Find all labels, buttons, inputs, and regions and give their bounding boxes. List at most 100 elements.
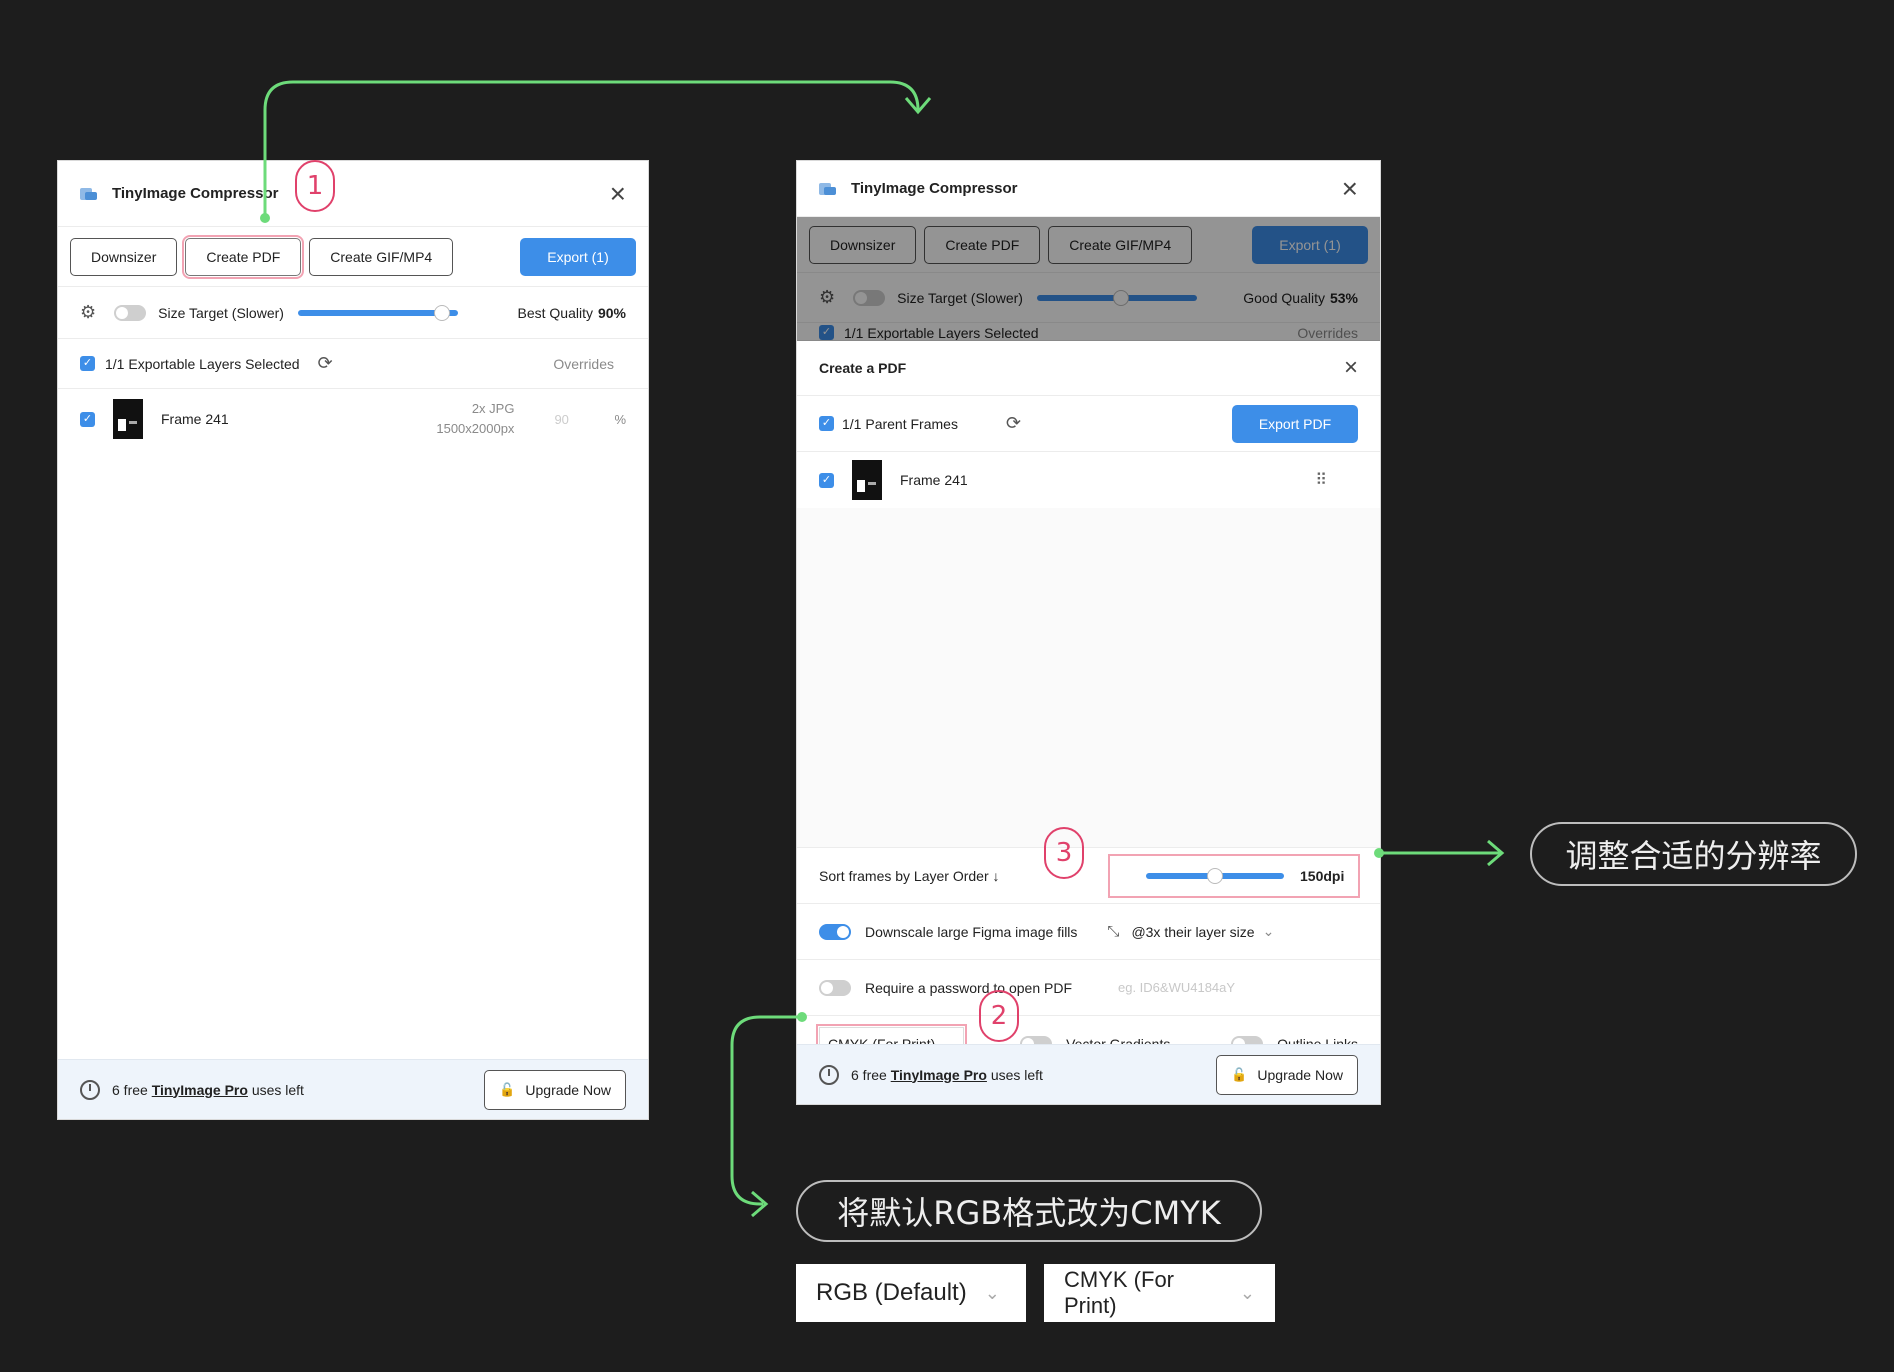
- dpi-control: 150dpi: [1108, 853, 1360, 898]
- pdf-frame-row[interactable]: ✓ Frame 241 ⠿: [797, 452, 1380, 508]
- downscale-label: Downscale large Figma image fills: [865, 923, 1078, 940]
- refresh-icon[interactable]: ⟳: [318, 353, 333, 374]
- compressor-panel-right: TinyImage Compressor × Downsizer Create …: [796, 160, 1381, 1105]
- panel-title: TinyImage Compressor: [851, 180, 1018, 197]
- compressor-panel-left: TinyImage Compressor × Downsizer Create …: [57, 160, 649, 1120]
- background-controls: Downsizer Create PDF Create GIF/MP4 Expo…: [797, 217, 1380, 341]
- sort-frames-dropdown[interactable]: Sort frames by Layer Order ↓: [819, 868, 1000, 884]
- close-icon[interactable]: ×: [1342, 174, 1358, 203]
- export-pdf-button[interactable]: Export PDF: [1232, 404, 1358, 443]
- tab-bar: Downsizer Create PDF Create GIF/MP4 Expo…: [58, 227, 648, 287]
- password-input[interactable]: eg. ID6&WU4184aY: [1118, 980, 1235, 995]
- cmyk-select-label: CMYK (For Print): [1064, 1267, 1174, 1318]
- tab-downsizer[interactable]: Downsizer: [70, 237, 178, 276]
- size-target-label: Size Target (Slower): [158, 304, 284, 321]
- password-label: Require a password to open PDF: [865, 979, 1072, 996]
- tab-create-pdf[interactable]: Create PDF: [182, 234, 305, 279]
- frame-size: 1500x2000px: [436, 421, 515, 436]
- frame-thumbnail: [852, 460, 882, 500]
- quality-row: ⚙ Size Target (Slower) Best Quality 90%: [58, 287, 648, 339]
- password-row: Require a password to open PDF eg. ID6&W…: [797, 960, 1380, 1016]
- timer-icon: [80, 1079, 100, 1100]
- sliders-icon[interactable]: ⚙: [80, 302, 96, 323]
- arrow-step-2: [730, 1015, 802, 1206]
- tinyimage-icon: [819, 181, 837, 197]
- arrow-step-3-head: [1487, 839, 1505, 867]
- tinyimage-icon: [80, 186, 98, 202]
- frame-checkbox[interactable]: ✓: [819, 472, 834, 488]
- dpi-value: 150dpi: [1300, 867, 1345, 884]
- frame-row: ✓ Frame 241 2x JPG 1500x2000px 90 %: [58, 389, 648, 449]
- downscale-row: Downscale large Figma image fills ⤡ @3x …: [797, 904, 1380, 960]
- frame-meta: 2x JPG 1500x2000px: [436, 399, 514, 439]
- upgrade-label: Upgrade Now: [1257, 1066, 1343, 1083]
- percent-label: %: [614, 411, 626, 427]
- compress-arrows-icon: ⤡: [1107, 923, 1120, 940]
- footer-suffix: uses left: [251, 1081, 304, 1098]
- upgrade-button[interactable]: 🔓 Upgrade Now: [1216, 1054, 1358, 1095]
- close-icon[interactable]: ×: [610, 179, 626, 208]
- frame-name: Frame 241: [900, 472, 968, 488]
- footer-prefix: 6 free: [112, 1081, 148, 1098]
- chevron-down-icon: ⌄: [1239, 1282, 1255, 1303]
- sort-row: Sort frames by Layer Order ↓ 150dpi: [797, 848, 1380, 904]
- arrow-step-2-head: [751, 1190, 769, 1218]
- size-target-toggle[interactable]: [114, 304, 147, 321]
- dialog-close-icon[interactable]: ×: [1344, 356, 1358, 380]
- upgrade-label: Upgrade Now: [525, 1081, 611, 1098]
- rgb-select-label: RGB (Default): [816, 1279, 967, 1306]
- password-toggle[interactable]: [819, 979, 851, 996]
- modal-overlay: [797, 217, 1380, 341]
- panel-titlebar: TinyImage Compressor ×: [797, 161, 1380, 217]
- frame-thumbnail: [113, 399, 143, 439]
- frame-format: 2x JPG: [471, 401, 515, 416]
- layers-row: ✓ 1/1 Exportable Layers Selected ⟳ Overr…: [58, 339, 648, 389]
- quality-value: 90%: [597, 304, 626, 321]
- frame-list-area: [797, 508, 1380, 848]
- refresh-icon[interactable]: ⟳: [1006, 413, 1021, 434]
- parent-frames-checkbox[interactable]: ✓: [819, 416, 834, 431]
- panel-title: TinyImage Compressor: [112, 185, 279, 202]
- dialog-title: Create a PDF: [819, 360, 907, 376]
- quality-slider[interactable]: [297, 304, 458, 321]
- dpi-slider-thumb[interactable]: [1207, 867, 1223, 884]
- drag-handle-icon[interactable]: ⠿: [1315, 470, 1328, 490]
- step-badge-3: 3: [1044, 827, 1084, 879]
- tinyimage-pro-link[interactable]: TinyImage Pro: [152, 1082, 248, 1098]
- step-badge-2: 2: [979, 990, 1019, 1042]
- rgb-select-example: RGB (Default) ⌄: [796, 1264, 1026, 1322]
- tinyimage-pro-link[interactable]: TinyImage Pro: [891, 1067, 987, 1083]
- panel-footer: 6 free TinyImage Pro uses left 🔓 Upgrade…: [797, 1044, 1380, 1104]
- quality-label: Best Quality: [517, 304, 593, 321]
- timer-icon: [819, 1064, 839, 1085]
- select-all-checkbox[interactable]: ✓: [80, 356, 95, 371]
- chevron-down-icon: ⌄: [984, 1282, 1000, 1303]
- upgrade-button[interactable]: 🔓 Upgrade Now: [484, 1069, 626, 1110]
- parent-frames-row: ✓ 1/1 Parent Frames ⟳ Export PDF: [797, 396, 1380, 452]
- downscale-toggle[interactable]: [819, 923, 851, 940]
- panel-footer: 6 free TinyImage Pro uses left 🔓 Upgrade…: [58, 1059, 648, 1119]
- quality-slider-thumb[interactable]: [433, 304, 450, 321]
- dialog-header: Create a PDF ×: [797, 341, 1380, 396]
- cmyk-select-example: CMYK (For Print) ⌄: [1044, 1264, 1275, 1322]
- panel-titlebar: TinyImage Compressor ×: [58, 161, 648, 227]
- callout-resolution: 调整合适的分辨率: [1530, 822, 1857, 886]
- dpi-slider[interactable]: [1146, 867, 1284, 884]
- unlock-icon: 🔓: [499, 1081, 516, 1097]
- arrow-step-1-head: [904, 97, 932, 115]
- layers-selected-label: 1/1 Exportable Layers Selected: [105, 355, 300, 372]
- overrides-label: Overrides: [553, 355, 614, 372]
- frame-quality-input[interactable]: 90: [554, 412, 614, 427]
- parent-frames-label: 1/1 Parent Frames: [842, 415, 958, 432]
- step-badge-1: 1: [295, 160, 335, 212]
- frame-checkbox[interactable]: ✓: [80, 411, 95, 427]
- callout-cmyk: 将默认RGB格式改为CMYK: [796, 1180, 1262, 1242]
- footer-prefix: 6 free: [851, 1066, 887, 1083]
- tab-create-gif[interactable]: Create GIF/MP4: [309, 237, 454, 276]
- footer-suffix: uses left: [990, 1066, 1043, 1083]
- chevron-down-icon[interactable]: ⌄: [1263, 923, 1275, 940]
- downscale-option-dropdown[interactable]: @3x their layer size: [1131, 924, 1254, 940]
- frame-name: Frame 241: [161, 411, 229, 427]
- export-button[interactable]: Export (1): [520, 237, 636, 276]
- unlock-icon: 🔓: [1231, 1066, 1248, 1082]
